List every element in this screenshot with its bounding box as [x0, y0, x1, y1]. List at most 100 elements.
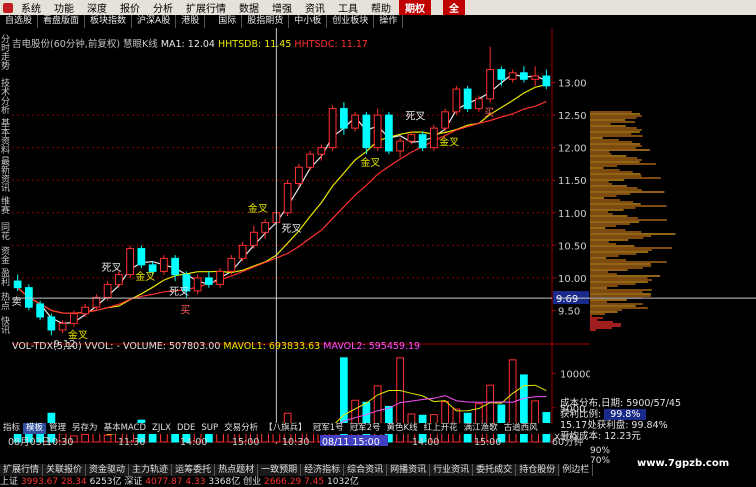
ind-tab-manjiang[interactable]: 满江渔歌	[461, 423, 501, 434]
menu-item-system[interactable]: 系统	[16, 0, 49, 15]
candle-body	[351, 114, 359, 129]
menu-item-news[interactable]: 资讯	[300, 0, 333, 15]
func-fund-drive[interactable]: 资金驱动	[86, 464, 130, 476]
tab-board-layout[interactable]: 看盘版面	[38, 15, 86, 28]
ind-tab-trade-analysis[interactable]: 交易分析	[221, 423, 261, 434]
candle-body	[340, 108, 348, 129]
tab-watchlist[interactable]: 自选股	[0, 15, 39, 28]
ind-tab-manage[interactable]: 管理	[46, 423, 69, 434]
menu-item-full[interactable]: 全	[443, 0, 465, 15]
menu-bar: 系统 功能 深度 报价 分析 扩展行情 数据 增强 资讯 工具 帮助 期权 全	[0, 0, 756, 16]
ma1-line	[17, 73, 547, 325]
candle-body	[295, 166, 303, 184]
price-tick-label: 13.00	[558, 79, 587, 90]
tab-chinext[interactable]: 创业板块	[327, 15, 375, 28]
signal-label: 金叉	[135, 270, 155, 283]
candle-body	[463, 88, 472, 110]
menu-item-ext-market[interactable]: 扩展行情	[181, 0, 234, 15]
func-orders[interactable]: 委托成交	[473, 464, 517, 476]
func-webcast[interactable]: 网播资讯	[387, 464, 431, 476]
func-ext-market[interactable]: 扩展行情	[0, 464, 44, 476]
candle	[250, 225, 258, 249]
candle	[373, 108, 382, 151]
chip-profit-line: 15.17处获利盘: 99.84%	[560, 420, 668, 431]
volume-bar	[81, 433, 89, 443]
func-econ-indicators[interactable]: 经济指标	[301, 464, 345, 476]
candle-body	[193, 277, 202, 292]
func-holdings[interactable]: 持仓股份	[516, 464, 560, 476]
menu-item-data[interactable]: 数据	[234, 0, 267, 15]
func-general-news[interactable]: 综合资讯	[344, 464, 388, 476]
ind-tab-dde[interactable]: DDE	[174, 423, 198, 434]
candle-body	[47, 316, 56, 331]
func-sidebar[interactable]: 例边栏	[559, 464, 594, 476]
ticker-value-sh: 3993.67	[20, 477, 59, 487]
menu-item-analysis[interactable]: 分析	[148, 0, 181, 15]
signal-label: 死叉	[282, 223, 302, 235]
ind-tab-zjlx[interactable]: ZJLX	[149, 423, 174, 434]
chip-pct-70: 70%	[590, 456, 611, 466]
volume-bar	[531, 400, 539, 443]
menu-item-function[interactable]: 功能	[49, 0, 82, 15]
chip-distribution-chart	[556, 111, 756, 331]
ind-tab-champion-1[interactable]: 冠军1号	[310, 423, 347, 434]
menu-item-quote[interactable]: 报价	[115, 0, 148, 15]
tab-operation[interactable]: 操作	[374, 15, 404, 28]
menu-item-enhance[interactable]: 增强	[267, 0, 300, 15]
ticker-change-sh: 28.34	[60, 477, 87, 487]
menu-item-options[interactable]: 期权	[399, 0, 431, 15]
ticker-value-sz: 4077.87	[145, 477, 183, 487]
ticker-name-sz[interactable]: 深证	[124, 477, 142, 487]
candle-body	[407, 134, 416, 142]
func-industry-news[interactable]: 行业资讯	[430, 464, 474, 476]
candle-body	[137, 248, 146, 266]
func-hot-topics[interactable]: 热点题材	[215, 464, 259, 476]
candle	[542, 69, 551, 90]
candle	[227, 255, 236, 275]
signal-label: 买	[180, 304, 190, 316]
ticker-name-cy[interactable]: 创业	[243, 477, 261, 487]
ind-tab-template[interactable]: 模板	[23, 423, 47, 434]
chip-ratio-row: 获利比例: 99.8%	[560, 409, 756, 420]
ma2-line	[17, 83, 547, 314]
candle	[47, 313, 56, 336]
ind-tab-baqibing[interactable]: 【八旗兵】	[261, 423, 310, 434]
ind-tab-macd[interactable]: 基本MACD	[101, 423, 149, 434]
candle-body	[373, 114, 382, 149]
ind-tab-gudao[interactable]: 古道西风	[501, 423, 541, 434]
candle	[81, 303, 89, 317]
ind-tab-save-as[interactable]: 另存为	[69, 423, 101, 434]
ind-tab-champion-2[interactable]: 冠军2号	[347, 423, 384, 434]
candle	[452, 85, 461, 116]
candle	[295, 163, 303, 187]
ind-tab-sup[interactable]: SUP	[198, 423, 221, 434]
index-ticker: 上证 3993.67 28.34 6253亿 深证 4077.87 4.33 3…	[0, 477, 560, 487]
tab-a-shares[interactable]: 沪深A股	[132, 15, 177, 28]
vol-name: VOL-TDX(5,10) VVOL: -	[12, 341, 120, 352]
tab-sector-index[interactable]: 板块指数	[85, 15, 133, 28]
menu-item-help[interactable]: 帮助	[366, 0, 399, 15]
candle-body	[250, 231, 258, 246]
time-axis-label: 11:30	[118, 437, 145, 446]
tab-hk-stocks[interactable]: 港股	[176, 15, 206, 28]
func-related-quote[interactable]: 关联报价	[43, 464, 87, 476]
ind-tab-red-bloom[interactable]: 红上开花	[421, 423, 461, 434]
function-bar: 扩展行情 关联报价 资金驱动 主力轨迹 运筹委托 热点题材 一致预期 经济指标 …	[0, 464, 594, 476]
ticker-name-sh[interactable]: 上证	[0, 477, 18, 487]
candle	[238, 242, 247, 262]
func-consensus[interactable]: 一致预期	[258, 464, 302, 476]
candle-body	[171, 257, 179, 276]
ind-tab-indicator[interactable]: 指标	[0, 423, 23, 434]
func-plan-order[interactable]: 运筹委托	[172, 464, 216, 476]
ind-tab-yellow-k[interactable]: 黄色K线	[384, 423, 421, 434]
price-chart[interactable]: 13.0012.5012.0011.5011.0010.5010.009.50卖…	[0, 28, 590, 446]
candle	[137, 245, 146, 269]
candle	[126, 245, 134, 278]
tab-sme-board[interactable]: 中小板	[289, 15, 328, 28]
menu-item-depth[interactable]: 深度	[82, 0, 115, 15]
tab-international[interactable]: 国际	[213, 15, 243, 28]
candle	[418, 131, 427, 151]
menu-item-tools[interactable]: 工具	[333, 0, 366, 15]
func-main-track[interactable]: 主力轨迹	[129, 464, 173, 476]
tab-index-futures[interactable]: 股指期货	[242, 15, 290, 28]
